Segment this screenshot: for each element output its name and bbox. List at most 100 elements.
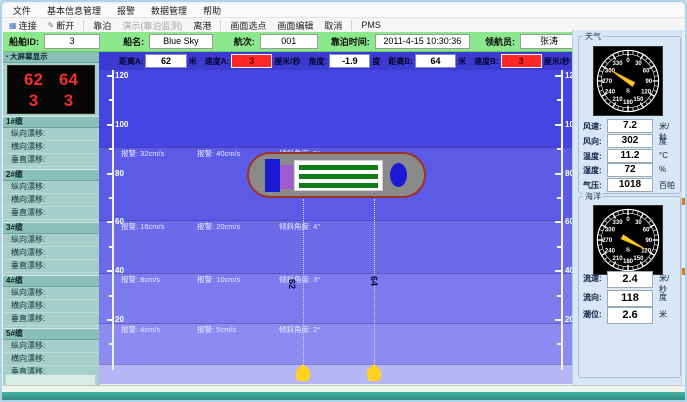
cable-group-header[interactable]: 3#缆 (3, 222, 99, 234)
axis-tick-label: 80 (115, 169, 124, 178)
speed-a-value: 3 (231, 54, 272, 68)
panel-scrollbar[interactable] (681, 30, 687, 394)
cable-drift-item[interactable]: 垂直漂移: (3, 260, 99, 273)
screen-pick-button[interactable]: 画面选点 (228, 19, 268, 32)
berth-button[interactable]: 靠泊 (91, 19, 113, 32)
ship-id-label: 船舶ID: (9, 35, 39, 48)
display-speed-a: 3 (29, 90, 38, 111)
cable-drift-item[interactable]: 横向漂移: (3, 300, 99, 313)
axis-minor-tick (109, 197, 113, 199)
large-display-panel: 62 64 3 3 (7, 65, 95, 114)
cancel-button[interactable]: 取消 (322, 19, 344, 32)
cable-drift-item[interactable]: 横向漂移: (3, 247, 99, 260)
angle-unit: 度 (372, 56, 380, 67)
svg-text:330: 330 (613, 61, 624, 67)
section-marker-icon: ▪ (6, 52, 8, 62)
env-row-value[interactable]: 1018 (607, 178, 653, 192)
speed-b-label: 速度B: (474, 56, 498, 67)
cable-group: 4#缆 纵向漂移: 横向漂移: 垂直漂移: (3, 275, 99, 326)
cable-group-header[interactable]: 4#缆 (3, 275, 99, 287)
cable-group: 5#缆 纵向漂移: 横向漂移: 垂直漂移: (3, 328, 99, 379)
cable-drift-item[interactable]: 横向漂移: (3, 141, 99, 154)
pilot-field[interactable]: 张涛 (520, 34, 578, 49)
svg-text:S: S (626, 248, 630, 254)
cable-drift-item[interactable]: 纵向漂移: (3, 340, 99, 353)
sensor-a-distance-label: 62 (287, 279, 297, 289)
voyage-field[interactable]: 001 (260, 34, 318, 49)
ocean-title: 海洋 (583, 191, 603, 202)
depart-button[interactable]: 离港 (191, 19, 213, 32)
alarm-speed-b-text: 报警: 10cm/s (197, 274, 263, 285)
ship-deckhouse-block (280, 165, 293, 189)
menu-item[interactable]: 基本信息管理 (47, 4, 101, 17)
svg-text:150: 150 (633, 97, 644, 103)
pilot-label: 领航员: (485, 35, 515, 48)
env-row-value[interactable]: 7.2 (607, 119, 653, 133)
axis-tick-label: 100 (565, 120, 572, 129)
axis-tick (107, 75, 114, 77)
cable-drift-item[interactable]: 纵向漂移: (3, 181, 99, 194)
scrollbar-thumb[interactable] (682, 198, 686, 205)
berth-time-label: 靠泊时间: (331, 35, 370, 48)
cable-drift-item[interactable]: 纵向漂移: (3, 287, 99, 300)
env-row-value[interactable]: 72 (607, 163, 653, 177)
weather-title: 天气 (583, 31, 603, 42)
angle-value: -1.9 (329, 54, 370, 68)
current-direction-gauge: 0306090120150180210240270300330S (593, 205, 663, 275)
svg-text:0: 0 (626, 217, 630, 223)
speed-b-value: 3 (501, 54, 542, 68)
cable-group-header[interactable]: 5#缆 (3, 328, 99, 340)
env-row-unit: °C (659, 151, 668, 160)
cable-drift-item[interactable]: 纵向漂移: (3, 128, 99, 141)
axis-tick (555, 270, 562, 272)
disconnect-icon: ✎ (48, 21, 55, 30)
menu-item[interactable]: 报警 (117, 4, 135, 17)
svg-text:0: 0 (626, 58, 630, 64)
screen-edit-button[interactable]: 画面编辑 (275, 19, 315, 32)
env-row-value[interactable]: 2.4 (607, 271, 653, 288)
alarm-speed-a-text: 报警: 16cm/s (121, 221, 181, 232)
env-row-value[interactable]: 118 (607, 290, 653, 307)
axis-minor-tick (109, 246, 113, 248)
distance-b-unit: 米 (458, 56, 466, 67)
cable-drift-item[interactable]: 垂直漂移: (3, 207, 99, 220)
ship-info-bar: 船舶ID: 3 船名: Blue Sky 航次: 001 靠泊时间: 2011-… (3, 32, 578, 52)
cable-drift-item[interactable]: 垂直漂移: (3, 154, 99, 167)
menu-item[interactable]: 数据管理 (151, 4, 187, 17)
cable-group-header[interactable]: 1#缆 (3, 116, 99, 128)
depth-band (99, 70, 572, 147)
axis-tick-label: 40 (565, 266, 572, 275)
cable-drift-item[interactable]: 横向漂移: (3, 353, 99, 366)
cable-group-header[interactable]: 2#缆 (3, 169, 99, 181)
connect-button[interactable]: ▦ 连接 (7, 19, 39, 32)
toolbar-divider (83, 20, 84, 31)
measurement-bar: 距离A: 62 米 速度A: 3 厘米/秒 角度: -1.9 度 距离B: 64… (99, 52, 572, 71)
cable-drift-item[interactable]: 纵向漂移: (3, 234, 99, 247)
env-row-value[interactable]: 2.6 (607, 307, 653, 324)
berth-time-field[interactable]: 2011-4-15 10:30:36 (375, 34, 470, 49)
scrollbar-thumb[interactable] (682, 268, 686, 275)
svg-text:330: 330 (613, 220, 624, 226)
menu-item[interactable]: 文件 (13, 4, 31, 17)
display-section-header[interactable]: ▪ 大屏幕显示 (3, 52, 99, 63)
svg-text:240: 240 (605, 248, 616, 254)
env-row-value[interactable]: 11.2 (607, 149, 653, 163)
pms-button[interactable]: PMS (359, 20, 383, 30)
env-row-label: 流向: (583, 292, 602, 303)
disconnect-button[interactable]: ✎ 断开 (46, 19, 77, 32)
alarm-speed-b-text: 报警: 5cm/s (197, 324, 263, 335)
env-row-value[interactable]: 302 (607, 134, 653, 148)
ship-name-field[interactable]: Blue Sky (149, 34, 213, 49)
toolbar-divider (351, 20, 352, 31)
axis-minor-tick (109, 99, 113, 101)
cable-drift-item[interactable]: 垂直漂移: (3, 313, 99, 326)
cable-drift-item[interactable]: 横向漂移: (3, 194, 99, 207)
alarm-speed-b-text: 报警: 20cm/s (197, 221, 263, 232)
tilt-angle-text: 倾斜角度: 2° (279, 324, 320, 335)
menu-item[interactable]: 帮助 (203, 4, 221, 17)
env-row-unit: 米 (659, 309, 667, 320)
env-row-unit: % (659, 165, 666, 174)
ship-id-field[interactable]: 3 (44, 34, 100, 49)
ocean-row: 流速: 2.4 米/秒 (583, 271, 677, 286)
axis-tick (107, 319, 114, 321)
